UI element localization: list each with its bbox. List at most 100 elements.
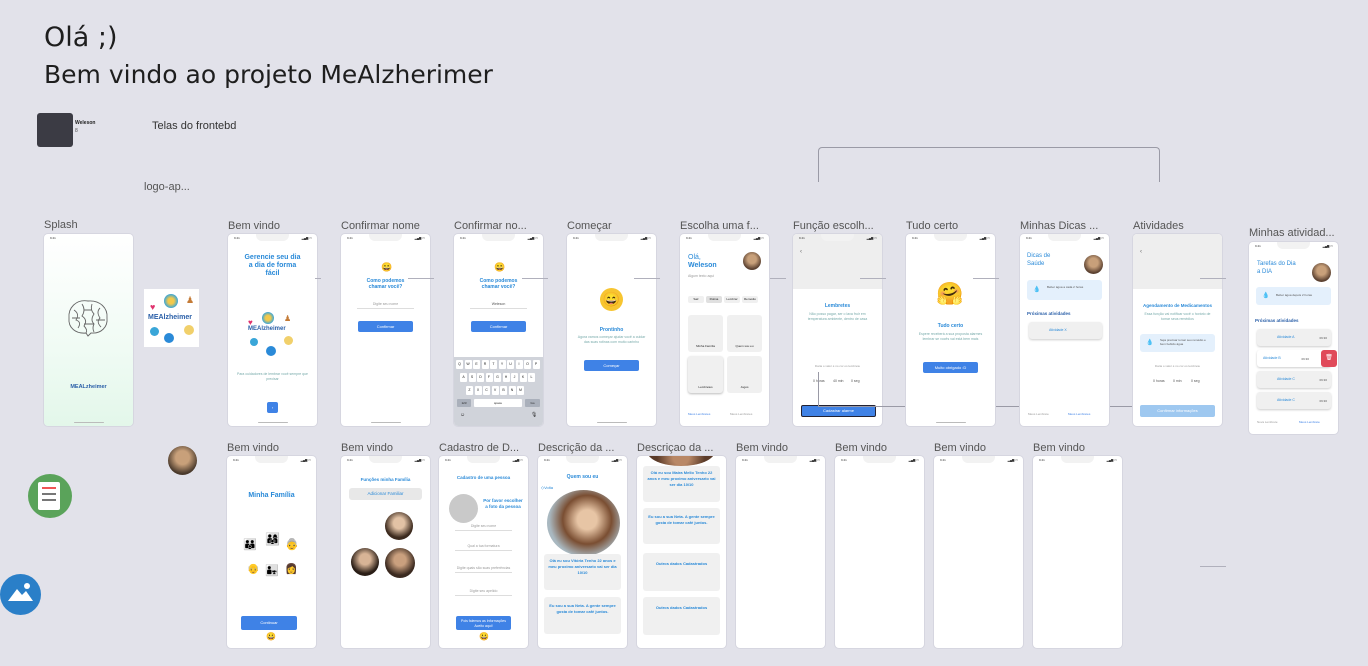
frame-label-cadastro[interactable]: Cadastro de D...: [439, 442, 531, 454]
nav-item[interactable]: Nova Lembrete: [1257, 420, 1278, 424]
kb-key[interactable]: T: [490, 360, 497, 369]
escolha-screen[interactable]: 9:41 ▂▄▆ ▭ Olá, Weleson Algum texto aqui …: [680, 234, 769, 426]
kb-key[interactable]: E: [473, 360, 480, 369]
frame-label-minhas-dicas[interactable]: Minhas Dicas ...: [1020, 220, 1112, 232]
minhas-atividades-screen[interactable]: 9:41 ▂▄▆ ▭ Tarefas do Dia a DIA 💧 Beber á…: [1249, 242, 1338, 434]
activity-card[interactable]: Atividade X: [1029, 322, 1102, 339]
confirmar-nome-screen[interactable]: 9:41 ▂▄▆ ▭ 😀 Como podemos chamar você? Di…: [341, 234, 430, 426]
frame-label-descricao-b[interactable]: Descriçao da ...: [637, 442, 729, 454]
confirmar-button[interactable]: Confirmar: [471, 321, 526, 332]
frame-label-bem-vindo[interactable]: Bem vindo: [934, 442, 1026, 454]
seconds-label[interactable]: 0 seg: [1191, 379, 1200, 383]
kb-key[interactable]: K: [519, 373, 527, 382]
tip-card[interactable]: 💧 Beber água a cada 2 horas: [1027, 280, 1102, 300]
kb-numbers-key[interactable]: 123: [457, 399, 471, 407]
activity-row[interactable]: Atividade C 09:30: [1257, 371, 1331, 388]
comecar-screen[interactable]: 9:41 ▂▄▆ ▭ 😄 Prontinho Agora vamos começa…: [567, 234, 656, 426]
frame-label-bem-vindo[interactable]: Bem vindo: [228, 220, 320, 232]
frame-label-confirmar-nome[interactable]: Confirmar nome: [341, 220, 433, 232]
back-link[interactable]: ◇Volta: [541, 485, 553, 490]
kb-key[interactable]: I: [515, 360, 523, 369]
kb-key[interactable]: Z: [466, 386, 473, 395]
app-logo-tile[interactable]: ♥ ♟ MEAlzheimer: [144, 289, 199, 347]
kb-space-key[interactable]: space: [474, 399, 522, 407]
nav-item[interactable]: Meus Lembretes: [1068, 412, 1090, 416]
kb-key[interactable]: M: [517, 386, 524, 395]
chip[interactable]: Rotina: [706, 296, 722, 303]
frame-label-descricao-a[interactable]: Descrição da ...: [538, 442, 630, 454]
keyboard[interactable]: QWERTYUIOPASDFGHJKLZXCVBNM 123 space Go …: [454, 357, 543, 426]
activity-row[interactable]: Atividade C 09:30: [1257, 392, 1331, 409]
nav-item[interactable]: Meus Lembrete: [1299, 420, 1320, 424]
other-data-card[interactable]: Outros dados Cadastrados: [643, 597, 720, 635]
chip[interactable]: Remédio: [742, 296, 758, 303]
kb-key[interactable]: G: [494, 373, 501, 382]
kb-key[interactable]: V: [491, 386, 499, 395]
minha-familia-screen[interactable]: 9:41 ▂▄▆ ▭ Minha Família 👪 👨‍👩‍👧 👵 👴 👨‍👧 …: [227, 456, 316, 648]
apelido-field[interactable]: Digite seu apelido: [455, 587, 512, 596]
family-photo[interactable]: [385, 512, 413, 540]
confirmar-button[interactable]: Confirmar: [358, 321, 413, 332]
kb-key[interactable]: C: [483, 386, 490, 395]
kb-key[interactable]: Y: [498, 360, 506, 369]
kb-key[interactable]: H: [502, 373, 510, 382]
formatura-field[interactable]: Qual a tua formatura: [455, 542, 512, 551]
name-input[interactable]: Weleson: [470, 300, 527, 309]
frame-label-minhas-atividades[interactable]: Minhas atividad...: [1249, 227, 1341, 239]
frame-label-escolha[interactable]: Escolha uma f...: [680, 220, 772, 232]
mountain-logo-icon[interactable]: [0, 574, 41, 615]
blank-screen[interactable]: 9:41 ▂▄▆ ▭: [736, 456, 825, 648]
activity-row[interactable]: Atividade A 09:30: [1257, 329, 1331, 346]
kb-key[interactable]: U: [507, 360, 514, 369]
tile-quem-sou-eu[interactable]: Quem sou eu: [727, 315, 762, 352]
family-photo[interactable]: [351, 548, 379, 576]
kb-key[interactable]: J: [511, 373, 518, 382]
frame-label-bem-vindo[interactable]: Bem vindo: [1033, 442, 1125, 454]
tip-card[interactable]: 💧 Beber água depois 2 horas: [1256, 287, 1331, 305]
descricao-b-screen[interactable]: Olá eu sou Maira Mello Tenho 22 anos e m…: [637, 456, 726, 648]
minutes-label[interactable]: 0 min: [1173, 379, 1182, 383]
blank-screen[interactable]: 9:41 ▂▄▆ ▭: [1033, 456, 1122, 648]
nome-field[interactable]: Digite seu nome: [455, 522, 512, 531]
tile-lembretes[interactable]: Lembretes: [688, 356, 723, 393]
user-avatar[interactable]: [1084, 255, 1103, 274]
kb-key[interactable]: S: [468, 373, 476, 382]
back-icon[interactable]: ‹: [800, 249, 802, 255]
activity-row[interactable]: Atividade B 09:30 🗑: [1257, 350, 1337, 367]
family-photo[interactable]: [385, 548, 415, 578]
preferencias-field[interactable]: Digite quais são suas preferências: [455, 564, 512, 573]
minhas-dicas-screen[interactable]: 9:41 ▂▄▆ ▭ Dicas de Saúde 💧 Beber água a …: [1020, 234, 1109, 426]
kb-key[interactable]: A: [460, 373, 467, 382]
frame-label-bem-vindo[interactable]: Bem vindo: [736, 442, 828, 454]
kb-key[interactable]: N: [508, 386, 516, 395]
frame-label-comecar[interactable]: Começar: [567, 220, 659, 232]
profile-photo[interactable]: [168, 446, 197, 475]
frame-label-bem-vindo[interactable]: Bem vindo: [341, 442, 433, 454]
frame-label-tudo-certo[interactable]: Tudo certo: [906, 220, 998, 232]
descricao-a-screen[interactable]: 9:41 ▂▄▆ ▭ Quem sou eu ◇Volta Olá eu sou …: [538, 456, 627, 648]
chip[interactable]: Sair: [688, 296, 704, 303]
name-input[interactable]: Digite seu nome: [357, 300, 414, 309]
photo-placeholder[interactable]: [449, 494, 478, 523]
mic-icon[interactable]: 🎙: [531, 412, 537, 418]
cadastro-screen[interactable]: 9:41 ▂▄▆ ▭ Cadastro de uma pessoa Por fav…: [439, 456, 528, 648]
frame-label-confirmar-no[interactable]: Confirmar no...: [454, 220, 546, 232]
kb-key[interactable]: Q: [456, 360, 463, 369]
confirmar-teclado-screen[interactable]: 9:41 ▂▄▆ ▭ 😀 Como podemos chamar você? We…: [454, 234, 543, 426]
checklist-icon[interactable]: [28, 474, 72, 518]
emoji-key-icon[interactable]: ☺: [460, 412, 465, 418]
tile-jogos[interactable]: Jogos: [727, 356, 762, 393]
kb-key[interactable]: X: [474, 386, 482, 395]
nav-item[interactable]: Meus Lembrete: [1028, 412, 1049, 416]
frame-label-funcao[interactable]: Função escolh...: [793, 220, 885, 232]
frame-label-bem-vindo[interactable]: Bem vindo: [835, 442, 927, 454]
salvar-button[interactable]: Pois falemos as Informações Aceito aqui!: [456, 616, 511, 630]
kb-key[interactable]: W: [464, 360, 472, 369]
hours-label[interactable]: 0 horas: [1153, 379, 1165, 383]
kb-key[interactable]: B: [500, 386, 507, 395]
obrigado-button[interactable]: Muito obrigado :D: [923, 362, 978, 373]
kb-key[interactable]: P: [532, 360, 540, 369]
tile-minha-familia[interactable]: Minha Família: [688, 315, 723, 352]
logo-frame-label[interactable]: logo-ap...: [144, 181, 190, 193]
splash-screen[interactable]: 9:41 MEALzheimer: [44, 234, 133, 426]
